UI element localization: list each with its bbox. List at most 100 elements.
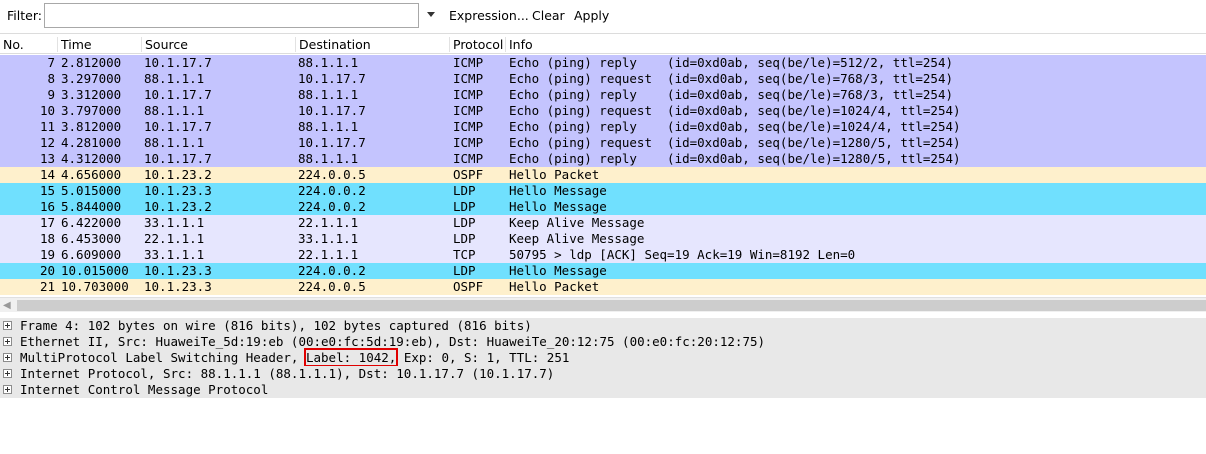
packet-cell-time: 4.312000 xyxy=(61,151,122,166)
packet-details-pane: Frame 4: 102 bytes on wire (816 bits), 1… xyxy=(0,318,1206,402)
packet-cell-destination: 88.1.1.1 xyxy=(298,151,359,166)
scroll-left-arrow-icon[interactable]: ◀ xyxy=(3,300,11,311)
packet-cell-info: Echo (ping) reply (id=0xd0ab, seq(be/le)… xyxy=(509,55,954,70)
packet-cell-destination: 88.1.1.1 xyxy=(298,87,359,102)
packet-row[interactable]: 19 6.609000 33.1.1.1 22.1.1.1 TCP 50795 > ldp… xyxy=(0,247,1206,263)
packet-cell-info: 50795 > ldp [ACK] Seq=19 Ack=19 Win=8192… xyxy=(509,247,856,262)
packet-cell-info: Echo (ping) request (id=0xd0ab, seq(be/l… xyxy=(509,103,961,118)
packet-cell-no: 13 xyxy=(39,151,55,166)
packet-cell-destination: 22.1.1.1 xyxy=(298,215,359,230)
packet-cell-source: 10.1.23.3 xyxy=(144,183,212,198)
packet-cell-info: Echo (ping) request (id=0xd0ab, seq(be/l… xyxy=(509,135,961,150)
column-header-no[interactable]: No. xyxy=(0,37,24,52)
filter-toolbar: Filter: Expression... Clear Apply xyxy=(0,0,1206,32)
clear-button[interactable]: Clear xyxy=(532,8,565,23)
detail-text: Frame 4: 102 bytes on wire (816 bits), 1… xyxy=(20,318,532,333)
expand-plus-icon[interactable] xyxy=(3,353,12,362)
packet-cell-no: 17 xyxy=(39,215,55,230)
packet-row[interactable]: 21 10.703000 10.1.23.3 224.0.0.5 OSPF Hello P… xyxy=(0,279,1206,295)
packet-row[interactable]: 12 4.281000 88.1.1.1 10.1.17.7 ICMP Echo (pin… xyxy=(0,135,1206,151)
filter-label: Filter: xyxy=(7,8,42,23)
packet-cell-source: 10.1.17.7 xyxy=(144,119,212,134)
packet-list-header: No. Time Source Destination Protocol Inf… xyxy=(0,33,1206,54)
packet-row[interactable]: 11 3.812000 10.1.17.7 88.1.1.1 ICMP Echo (pin… xyxy=(0,119,1206,135)
packet-row[interactable]: 20 10.015000 10.1.23.3 224.0.0.2 LDP Hello Me… xyxy=(0,263,1206,279)
packet-cell-time: 4.656000 xyxy=(61,167,122,182)
column-header-info[interactable]: Info xyxy=(505,37,533,52)
detail-row-mpls[interactable]: MultiProtocol Label Switching Header, La… xyxy=(0,348,1206,367)
packet-cell-destination: 33.1.1.1 xyxy=(298,231,359,246)
packet-cell-time: 10.015000 xyxy=(61,263,129,278)
expand-plus-icon[interactable] xyxy=(3,385,12,394)
detail-text: Internet Protocol, Src: 88.1.1.1 (88.1.1… xyxy=(20,366,555,381)
packet-cell-destination: 224.0.0.2 xyxy=(298,183,366,198)
expression-button[interactable]: Expression... xyxy=(449,8,529,23)
packet-row[interactable]: 9 3.312000 10.1.17.7 88.1.1.1 ICMP Echo (ping… xyxy=(0,87,1206,103)
expand-plus-icon[interactable] xyxy=(3,369,12,378)
packet-cell-protocol: OSPF xyxy=(453,167,484,182)
packet-row[interactable]: 15 5.015000 10.1.23.3 224.0.0.2 LDP Hello Mes… xyxy=(0,183,1206,199)
packet-cell-no: 10 xyxy=(39,103,55,118)
packet-cell-protocol: ICMP xyxy=(453,71,484,86)
column-header-protocol[interactable]: Protocol xyxy=(449,37,503,52)
packet-row[interactable]: 7 2.812000 10.1.17.7 88.1.1.1 ICMP Echo (ping… xyxy=(0,55,1206,71)
packet-cell-no: 9 xyxy=(47,87,55,102)
packet-cell-protocol: ICMP xyxy=(453,151,484,166)
detail-text-after: Exp: 0, S: 1, TTL: 251 xyxy=(396,350,570,365)
packet-cell-info: Keep Alive Message xyxy=(509,231,645,246)
packet-cell-no: 20 xyxy=(39,263,55,278)
packet-cell-time: 6.609000 xyxy=(61,247,122,262)
packet-cell-info: Hello Message xyxy=(509,199,607,214)
packet-row[interactable]: 8 3.297000 88.1.1.1 10.1.17.7 ICMP Echo (ping… xyxy=(0,71,1206,87)
expand-plus-icon[interactable] xyxy=(3,337,12,346)
packet-cell-source: 10.1.17.7 xyxy=(144,151,212,166)
packet-row[interactable]: 18 6.453000 22.1.1.1 33.1.1.1 LDP Keep Alive … xyxy=(0,231,1206,247)
detail-text-mpls: MultiProtocol Label Switching Header, La… xyxy=(20,348,570,367)
packet-cell-no: 8 xyxy=(47,71,55,86)
packet-list-horizontal-scrollbar[interactable]: ◀ xyxy=(0,297,1206,312)
packet-cell-source: 88.1.1.1 xyxy=(144,71,205,86)
column-header-source[interactable]: Source xyxy=(141,37,188,52)
detail-row-frame[interactable]: Frame 4: 102 bytes on wire (816 bits), 1… xyxy=(0,318,1206,334)
detail-row-icmp[interactable]: Internet Control Message Protocol xyxy=(0,382,1206,398)
packet-cell-source: 22.1.1.1 xyxy=(144,231,205,246)
packet-cell-destination: 224.0.0.5 xyxy=(298,279,366,294)
detail-row-ethernet[interactable]: Ethernet II, Src: HuaweiTe_5d:19:eb (00:… xyxy=(0,334,1206,350)
packet-cell-no: 19 xyxy=(39,247,55,262)
filter-dropdown-icon[interactable] xyxy=(424,8,438,22)
packet-cell-source: 10.1.17.7 xyxy=(144,55,212,70)
packet-cell-destination: 224.0.0.2 xyxy=(298,263,366,278)
packet-cell-info: Echo (ping) reply (id=0xd0ab, seq(be/le)… xyxy=(509,87,954,102)
packet-cell-info: Hello Message xyxy=(509,263,607,278)
packet-cell-protocol: OSPF xyxy=(453,279,484,294)
apply-button[interactable]: Apply xyxy=(574,8,609,23)
filter-input[interactable] xyxy=(44,3,419,28)
scrollbar-thumb[interactable] xyxy=(17,300,1206,311)
packet-cell-protocol: LDP xyxy=(453,231,476,246)
packet-row[interactable]: 13 4.312000 10.1.17.7 88.1.1.1 ICMP Echo (pin… xyxy=(0,151,1206,167)
packet-row[interactable]: 16 5.844000 10.1.23.2 224.0.0.2 LDP Hello Mes… xyxy=(0,199,1206,215)
detail-row-ip[interactable]: Internet Protocol, Src: 88.1.1.1 (88.1.1… xyxy=(0,366,1206,382)
expand-plus-icon[interactable] xyxy=(3,321,12,330)
packet-cell-protocol: LDP xyxy=(453,183,476,198)
column-header-time[interactable]: Time xyxy=(57,37,92,52)
packet-cell-time: 6.422000 xyxy=(61,215,122,230)
packet-row[interactable]: 17 6.422000 33.1.1.1 22.1.1.1 LDP Keep Alive … xyxy=(0,215,1206,231)
packet-row[interactable]: 10 3.797000 88.1.1.1 10.1.17.7 ICMP Echo (pin… xyxy=(0,103,1206,119)
column-header-destination[interactable]: Destination xyxy=(295,37,371,52)
packet-cell-source: 10.1.23.2 xyxy=(144,167,212,182)
packet-cell-no: 11 xyxy=(39,119,55,134)
packet-cell-time: 4.281000 xyxy=(61,135,122,150)
packet-cell-protocol: ICMP xyxy=(453,119,484,134)
packet-cell-protocol: ICMP xyxy=(453,135,484,150)
packet-cell-no: 18 xyxy=(39,231,55,246)
packet-cell-info: Hello Packet xyxy=(509,279,600,294)
packet-cell-source: 33.1.1.1 xyxy=(144,215,205,230)
packet-cell-time: 10.703000 xyxy=(61,279,129,294)
packet-cell-time: 5.015000 xyxy=(61,183,122,198)
packet-cell-time: 3.297000 xyxy=(61,71,122,86)
packet-cell-time: 6.453000 xyxy=(61,231,122,246)
packet-row[interactable]: 14 4.656000 10.1.23.2 224.0.0.5 OSPF Hello Pa… xyxy=(0,167,1206,183)
packet-cell-destination: 10.1.17.7 xyxy=(298,71,366,86)
packet-cell-time: 5.844000 xyxy=(61,199,122,214)
